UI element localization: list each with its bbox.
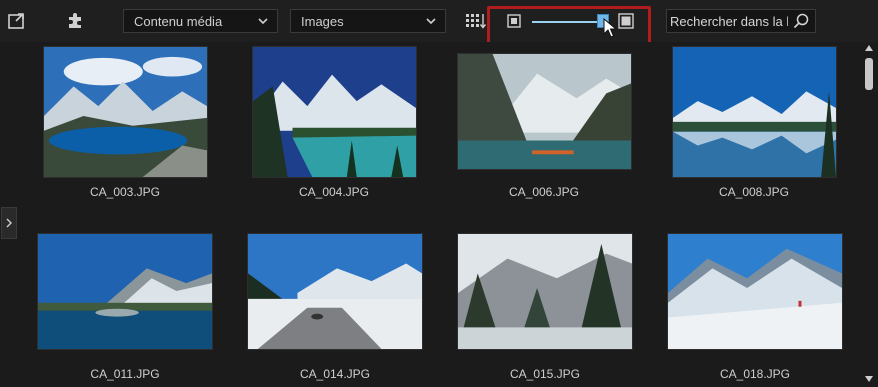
media-filename: CA_006.JPG — [508, 185, 580, 199]
search-input[interactable] — [670, 12, 788, 30]
media-type-dropdown[interactable]: Images — [290, 9, 446, 33]
media-thumbnail[interactable] — [37, 233, 213, 350]
scrollbar-thumb[interactable] — [865, 58, 873, 90]
media-thumbnail[interactable] — [43, 46, 208, 178]
chevron-down-icon — [258, 18, 268, 25]
media-thumbnail[interactable] — [672, 46, 837, 178]
scroll-up-icon[interactable] — [864, 44, 874, 52]
media-filename: CA_011.JPG — [90, 367, 160, 381]
expand-panel-button[interactable] — [1, 207, 17, 239]
media-filename: CA_018.JPG — [719, 367, 791, 381]
media-filename: CA_008.JPG — [718, 185, 790, 199]
media-filename: CA_003.JPG — [89, 185, 161, 199]
import-icon — [8, 13, 24, 29]
search-icon[interactable] — [793, 13, 809, 29]
media-thumbnail[interactable] — [247, 233, 423, 350]
import-media-button[interactable] — [5, 8, 31, 34]
media-toolbar: Contenu média Images — [0, 0, 878, 48]
media-filename: CA_014.JPG — [299, 367, 371, 381]
media-filename: CA_015.JPG — [509, 367, 581, 381]
grid-sort-icon — [466, 14, 487, 29]
plugins-button[interactable] — [63, 8, 89, 34]
media-content-dropdown[interactable]: Contenu média — [123, 9, 278, 33]
scroll-down-icon[interactable] — [864, 375, 874, 383]
puzzle-icon — [69, 13, 81, 28]
media-thumbnail[interactable] — [252, 46, 417, 178]
media-filename: CA_004.JPG — [298, 185, 370, 199]
sort-view-button[interactable] — [463, 8, 489, 34]
vertical-scrollbar[interactable] — [861, 42, 878, 387]
media-content-dropdown-value: Contenu média — [134, 13, 223, 29]
media-thumbnail[interactable] — [457, 233, 633, 350]
search-box[interactable] — [666, 9, 816, 33]
media-thumbnail[interactable] — [457, 53, 632, 170]
media-thumbnail[interactable] — [667, 233, 843, 350]
chevron-right-icon — [6, 218, 12, 228]
media-type-dropdown-value: Images — [301, 13, 344, 29]
chevron-down-icon — [426, 18, 436, 25]
